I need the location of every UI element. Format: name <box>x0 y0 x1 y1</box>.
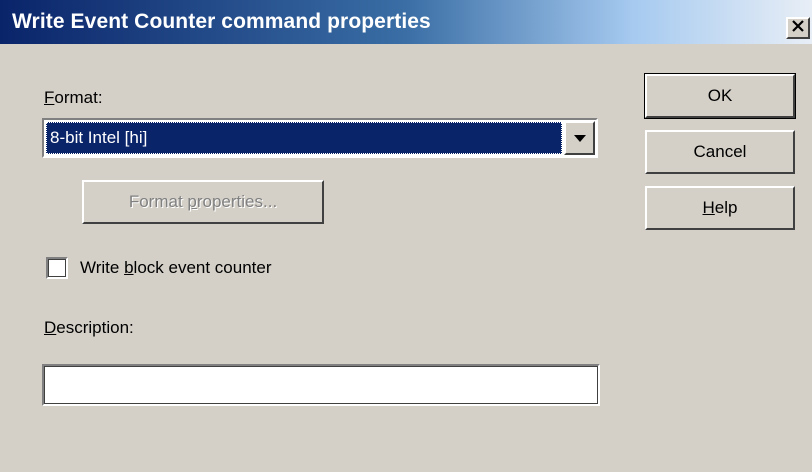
help-button[interactable]: Help <box>645 186 795 230</box>
window-title: Write Event Counter command properties <box>12 10 431 33</box>
dialog-window: Write Event Counter command properties F… <box>0 0 812 472</box>
format-select[interactable]: 8-bit Intel [hi] <box>42 118 598 158</box>
description-label: Description: <box>44 318 134 337</box>
format-properties-button[interactable]: Format p roperties... <box>82 180 324 224</box>
write-block-event-counter-checkbox[interactable] <box>46 257 68 279</box>
format-select-highlight: 8-bit Intel [hi] <box>46 122 562 154</box>
title-bar: Write Event Counter command properties <box>0 0 812 44</box>
chevron-down-icon <box>573 134 586 142</box>
format-select-dropdown-button[interactable] <box>564 121 595 155</box>
ok-button[interactable]: OK <box>644 73 796 119</box>
write-block-event-counter-label: Write block event counter <box>80 258 272 277</box>
close-button[interactable] <box>786 17 810 39</box>
format-select-value: 8-bit Intel [hi] <box>50 128 148 147</box>
cancel-button[interactable]: Cancel <box>645 130 795 174</box>
format-label: Format: <box>44 88 103 107</box>
description-field[interactable] <box>42 364 600 406</box>
close-icon <box>792 19 804 37</box>
